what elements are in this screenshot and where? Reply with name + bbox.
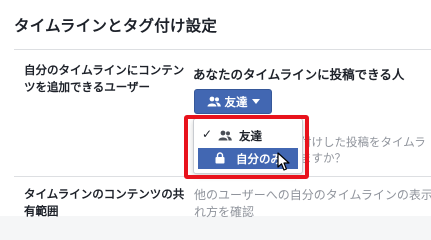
mouse-pointer-icon [277,152,291,176]
audience-selector-button[interactable]: 友達 [194,89,272,114]
row-label-timeline-posting: 自分のタイムラインにコンテンツを追加できるユーザー [24,63,185,94]
row-label-timeline-visibility: タイムラインのコンテンツの共有範囲 [24,187,185,218]
obscured-description-line1: 付けした投稿をタイムラ [300,135,426,149]
friends-icon [207,96,221,107]
divider [14,49,431,50]
settings-panel: タイムラインとタグ付け設定 自分のタイムラインにコンテンツを追加できるユーザー … [0,0,431,219]
caret-down-icon [251,99,260,104]
view-as-description-line2[interactable]: れ方を確認 [194,203,254,220]
audience-selector-label: 友達 [224,94,248,109]
setting-heading-who-can-post: あなたのタイムラインに投稿できる人 [193,67,405,82]
page-title: タイムラインとタグ付け設定 [14,17,218,35]
view-as-description-line1: 他のユーザーへの自分のタイムラインの表示 [194,188,431,202]
